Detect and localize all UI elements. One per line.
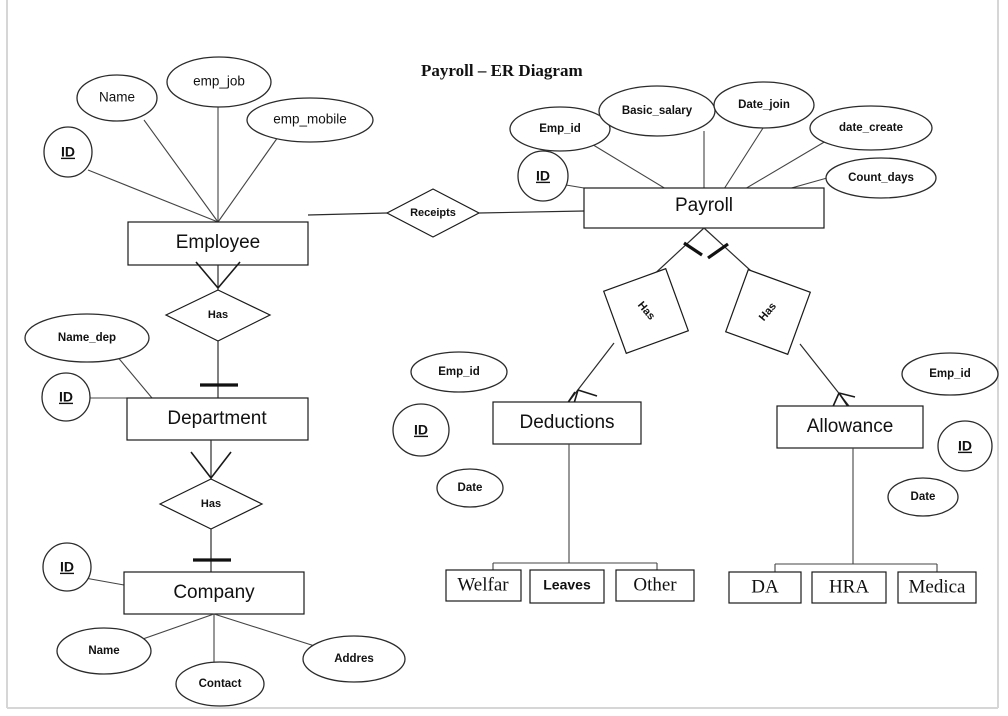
- attribute-deductions-date-label: Date: [458, 482, 483, 494]
- one-marker-payroll-deductions: [683, 241, 703, 257]
- relationship-payroll-allowance-has-group: Has: [724, 268, 812, 356]
- attribute-company-id-label: ID: [60, 559, 74, 575]
- subtype-deduction-leaves-label: Leaves: [543, 577, 591, 593]
- attribute-payroll-basic-salary-label: Basic_salary: [622, 105, 693, 117]
- attribute-allowance-emp-id-label: Emp_id: [929, 368, 971, 380]
- relationship-employee-department-has-label: Has: [208, 309, 228, 321]
- entity-allowance-label: Allowance: [807, 416, 894, 437]
- attribute-department-name-dep-label: Name_dep: [58, 332, 116, 344]
- attribute-payroll-count-days-label: Count_days: [848, 172, 914, 184]
- attribute-department-id-label: ID: [59, 389, 73, 405]
- entity-department-label: Department: [167, 408, 267, 429]
- attribute-company-name-label: Name: [88, 645, 119, 657]
- page-title: Payroll – ER Diagram: [421, 61, 583, 80]
- subtype-allowance-medica-label: Medica: [909, 576, 967, 597]
- entity-employee-label: Employee: [176, 232, 261, 253]
- entity-deductions-label: Deductions: [519, 412, 614, 433]
- attribute-allowance-date-label: Date: [911, 491, 936, 503]
- connector-employee-emp-mobile: [217, 136, 279, 223]
- attribute-employee-emp-job-label: emp_job: [193, 74, 245, 89]
- attribute-employee-id-label: ID: [61, 144, 75, 160]
- entity-company-label: Company: [173, 582, 255, 603]
- attribute-deductions-emp-id-label: Emp_id: [438, 366, 480, 378]
- crowfoot-employee-right: [217, 261, 241, 289]
- attribute-payroll-id-label: ID: [536, 168, 550, 184]
- attribute-employee-name-label: Name: [99, 90, 135, 105]
- er-diagram-canvas: Payroll – ER Diagram Employee Receipts H…: [0, 0, 1008, 716]
- relationship-payroll-deductions-has-group: Has: [602, 267, 690, 355]
- attribute-payroll-date-create-label: date_create: [839, 122, 903, 134]
- crowfoot-department-right: [210, 451, 232, 479]
- relationship-receipts-label: Receipts: [410, 207, 456, 219]
- subtype-allowance-da-label: DA: [751, 576, 779, 597]
- connector-employee-receipts: [307, 212, 388, 216]
- attribute-payroll-emp-id-label: Emp_id: [539, 123, 581, 135]
- attribute-payroll-date-join-label: Date_join: [738, 99, 790, 111]
- connector-company-id: [84, 577, 125, 586]
- crowfoot-deductions-2: [577, 389, 598, 397]
- connector-company-name: [139, 613, 215, 641]
- subtype-deduction-welfar-label: Welfar: [457, 574, 509, 595]
- crowfoot-department-left: [190, 451, 212, 479]
- subtype-deduction-other-label: Other: [633, 574, 677, 595]
- subtype-allowance-hra-label: HRA: [829, 576, 869, 597]
- attribute-company-contact-label: Contact: [199, 678, 242, 690]
- attribute-deductions-id-label: ID: [414, 422, 428, 438]
- er-diagram-svg: Payroll – ER Diagram Employee Receipts H…: [6, 0, 999, 709]
- entity-payroll-label: Payroll: [675, 195, 733, 216]
- one-marker-payroll-allowance: [707, 242, 729, 260]
- attribute-employee-emp-mobile-label: emp_mobile: [273, 112, 347, 127]
- attribute-allowance-id-label: ID: [958, 438, 972, 454]
- attribute-company-addres-label: Addres: [334, 653, 374, 665]
- relationship-department-company-has-label: Has: [201, 498, 221, 510]
- connector-department-name-dep: [115, 354, 153, 399]
- crowfoot-employee-left: [195, 261, 219, 289]
- connector-company-addres: [213, 613, 322, 649]
- connector-receipts-payroll: [478, 210, 585, 214]
